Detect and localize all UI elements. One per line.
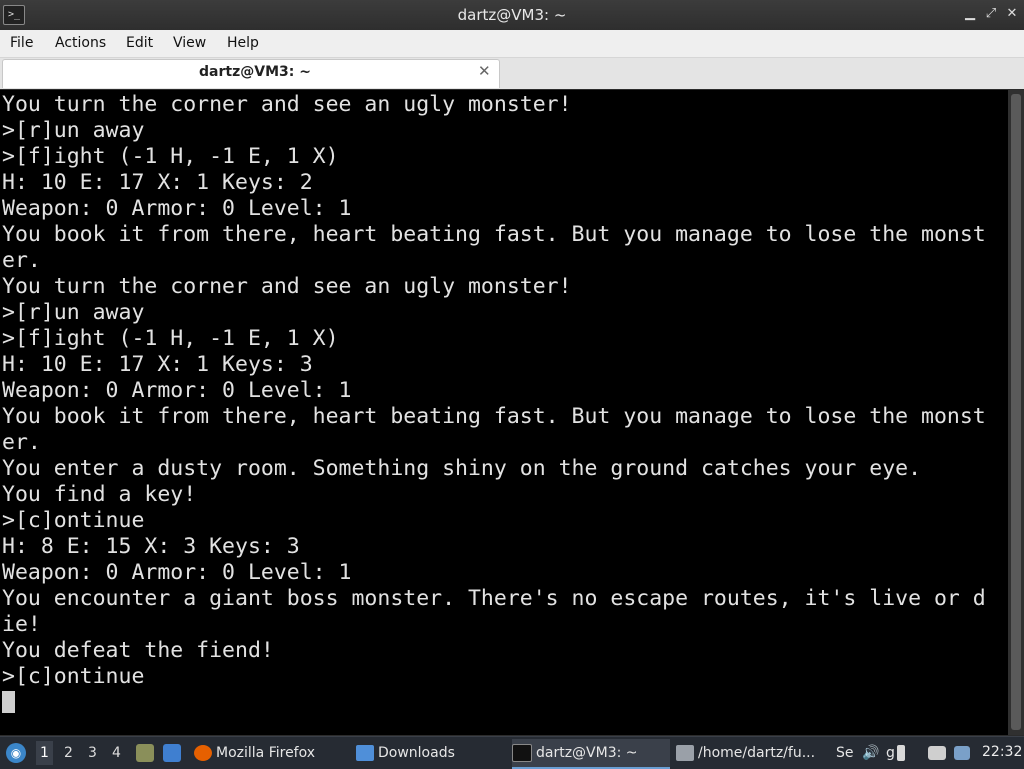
terminal-line: You turn the corner and see an ugly mons… bbox=[2, 274, 572, 299]
close-button[interactable]: ✕ bbox=[1004, 6, 1020, 21]
terminal-line: >[c]ontinue bbox=[2, 664, 145, 689]
menu-file[interactable]: File bbox=[10, 35, 33, 51]
menu-edit[interactable]: Edit bbox=[126, 35, 153, 51]
start-menu-icon[interactable]: ◉ bbox=[6, 743, 26, 763]
menu-view[interactable]: View bbox=[173, 35, 206, 51]
terminal-line: You book it from there, heart beating fa… bbox=[2, 222, 986, 247]
scrollbar-thumb[interactable] bbox=[1011, 94, 1021, 730]
window-title: dartz@VM3: ~ bbox=[457, 6, 567, 24]
tab-strip: dartz@VM3: ~ ✕ bbox=[0, 58, 1024, 89]
window-titlebar[interactable]: >_ dartz@VM3: ~ ▁ ⤢ ✕ bbox=[0, 0, 1024, 30]
task-text-editor[interactable]: /home/dartz/fu... bbox=[676, 739, 832, 767]
tab-close-icon[interactable]: ✕ bbox=[478, 62, 491, 80]
terminal-line: >[r]un away bbox=[2, 300, 145, 325]
terminal-line: >[f]ight (-1 H, -1 E, 1 X) bbox=[2, 326, 339, 351]
notification-icon[interactable] bbox=[954, 746, 970, 760]
terminal-line: H: 10 E: 17 X: 1 Keys: 2 bbox=[2, 170, 313, 195]
terminal-line: You find a key! bbox=[2, 482, 197, 507]
task-downloads[interactable]: Downloads bbox=[356, 739, 506, 767]
terminal-icon bbox=[512, 744, 532, 762]
terminal-line: You turn the corner and see an ugly mons… bbox=[2, 92, 572, 117]
workspace-3[interactable]: 3 bbox=[88, 745, 97, 761]
firefox-icon bbox=[194, 745, 212, 761]
menu-help[interactable]: Help bbox=[227, 35, 259, 51]
terminal-line: You defeat the fiend! bbox=[2, 638, 274, 663]
task-app[interactable]: g bbox=[886, 739, 916, 767]
terminal-line: er. bbox=[2, 248, 41, 273]
terminal-cursor bbox=[2, 691, 15, 713]
terminal-line: Weapon: 0 Armor: 0 Level: 1 bbox=[2, 560, 352, 585]
terminal-line: ie! bbox=[2, 612, 41, 637]
terminal-line: >[c]ontinue bbox=[2, 508, 145, 533]
minimize-button[interactable]: ▁ bbox=[962, 6, 978, 21]
terminal-line: Weapon: 0 Armor: 0 Level: 1 bbox=[2, 196, 352, 221]
workspace-2[interactable]: 2 bbox=[64, 745, 73, 761]
terminal-line: You enter a dusty room. Something shiny … bbox=[2, 456, 922, 481]
taskbar: ◉ 1 2 3 4 Mozilla Firefox Downloads dart… bbox=[0, 736, 1024, 769]
terminal-line: H: 10 E: 17 X: 1 Keys: 3 bbox=[2, 352, 313, 377]
terminal-scrollbar[interactable] bbox=[1008, 90, 1024, 735]
terminal-line: >[r]un away bbox=[2, 118, 145, 143]
clock[interactable]: 22:32 bbox=[982, 744, 1022, 760]
task-settings[interactable]: Se bbox=[836, 739, 862, 767]
menu-bar: File Actions Edit View Help bbox=[0, 30, 1024, 58]
workspace-4[interactable]: 4 bbox=[112, 745, 121, 761]
terminal-line: You book it from there, heart beating fa… bbox=[2, 404, 986, 429]
terminal-line: You encounter a giant boss monster. Ther… bbox=[2, 586, 986, 611]
network-icon[interactable] bbox=[928, 746, 946, 760]
tab-label[interactable]: dartz@VM3: ~ bbox=[0, 64, 510, 80]
terminal-line: H: 8 E: 15 X: 3 Keys: 3 bbox=[2, 534, 300, 559]
maximize-button[interactable]: ⤢ bbox=[983, 6, 999, 21]
task-terminal[interactable]: dartz@VM3: ~ bbox=[512, 739, 670, 769]
volume-icon[interactable]: 🔊 bbox=[862, 745, 879, 761]
terminal-output[interactable]: You turn the corner and see an ugly mons… bbox=[0, 90, 1008, 735]
menu-actions[interactable]: Actions bbox=[55, 35, 106, 51]
text-editor-icon bbox=[676, 745, 694, 761]
terminal-line: >[f]ight (-1 H, -1 E, 1 X) bbox=[2, 144, 339, 169]
battery-icon bbox=[896, 745, 905, 761]
terminal-line: Weapon: 0 Armor: 0 Level: 1 bbox=[2, 378, 352, 403]
file-manager-launcher-icon[interactable] bbox=[136, 744, 154, 762]
terminal-line: er. bbox=[2, 430, 41, 455]
workspace-1[interactable]: 1 bbox=[36, 741, 53, 765]
task-firefox[interactable]: Mozilla Firefox bbox=[194, 739, 344, 767]
folder-icon bbox=[356, 745, 374, 761]
show-desktop-icon[interactable] bbox=[163, 744, 181, 762]
